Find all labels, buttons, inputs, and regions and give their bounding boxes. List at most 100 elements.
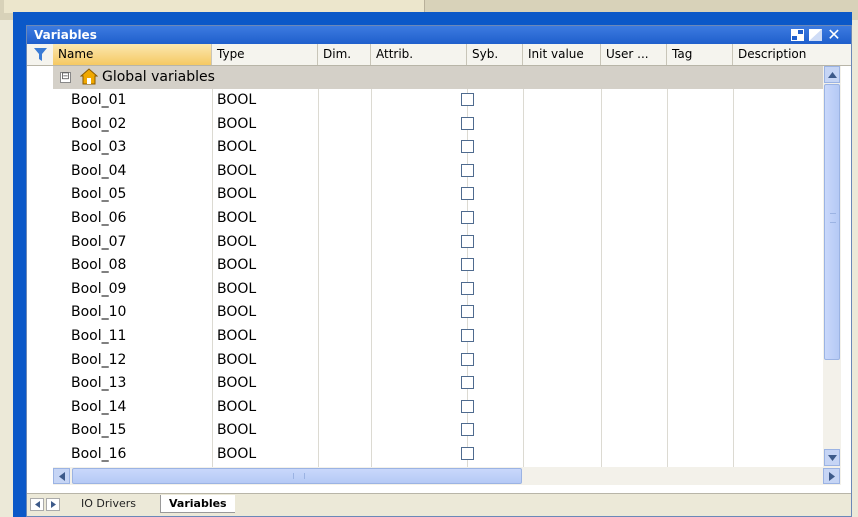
table-row[interactable]: Bool_07 BOOL [27, 231, 823, 255]
variable-type[interactable]: BOOL [217, 207, 256, 231]
panel-title-bar: Variables ✕ [27, 26, 851, 44]
column-header-type[interactable]: Type [212, 44, 318, 65]
table-row[interactable]: Bool_05 BOOL [27, 183, 823, 207]
table-row[interactable]: Bool_06 BOOL [27, 207, 823, 231]
table-row[interactable]: Bool_16 BOOL [27, 443, 823, 467]
variable-type[interactable]: BOOL [217, 301, 256, 325]
variable-type[interactable]: BOOL [217, 160, 256, 184]
panel-title: Variables [34, 28, 97, 42]
collapse-toggle[interactable]: ⊟ [60, 72, 71, 83]
table-row[interactable]: Bool_11 BOOL [27, 325, 823, 349]
column-header-user[interactable]: User ... [601, 44, 667, 65]
table-row[interactable]: Bool_12 BOOL [27, 349, 823, 373]
variable-type[interactable]: BOOL [217, 278, 256, 302]
scroll-down-icon[interactable] [824, 449, 840, 466]
dock-icon[interactable] [790, 28, 804, 42]
vertical-scroll-thumb[interactable] [824, 84, 840, 360]
horizontal-scrollbar[interactable] [53, 467, 841, 485]
table-row[interactable]: Bool_14 BOOL [27, 396, 823, 420]
column-header-init-value[interactable]: Init value [523, 44, 601, 65]
table-row[interactable]: Bool_02 BOOL [27, 113, 823, 137]
variable-type[interactable]: BOOL [217, 325, 256, 349]
syb-checkbox[interactable] [461, 210, 474, 224]
variable-type[interactable]: BOOL [217, 136, 256, 160]
variable-rows: Bool_01 BOOL Bool_02 BOOL Bool_03 BOOL Bool_04… [27, 89, 823, 467]
scroll-up-icon[interactable] [824, 66, 840, 83]
variable-name[interactable]: Bool_15 [71, 419, 126, 443]
variable-type[interactable]: BOOL [217, 89, 256, 113]
variables-grid: ⊟ Global variables Bool_01 BOOL Bool_02 BOO… [27, 66, 823, 467]
syb-checkbox[interactable] [461, 328, 474, 342]
column-header-attrib[interactable]: Attrib. [371, 44, 467, 65]
home-icon [79, 68, 99, 89]
group-row-global-variables[interactable]: ⊟ Global variables [53, 66, 823, 89]
variable-type[interactable]: BOOL [217, 183, 256, 207]
syb-checkbox[interactable] [461, 352, 474, 366]
horizontal-scroll-thumb[interactable] [72, 468, 522, 484]
syb-checkbox[interactable] [461, 163, 474, 177]
variable-type[interactable]: BOOL [217, 254, 256, 278]
variable-name[interactable]: Bool_16 [71, 443, 126, 467]
scroll-right-icon[interactable] [823, 468, 840, 484]
table-row[interactable]: Bool_04 BOOL [27, 160, 823, 184]
grip-icon [830, 213, 836, 223]
tab-variables[interactable]: Variables [160, 495, 235, 513]
variable-type[interactable]: BOOL [217, 372, 256, 396]
column-header-description[interactable]: Description [733, 44, 851, 65]
syb-checkbox[interactable] [461, 399, 474, 413]
syb-checkbox[interactable] [461, 93, 474, 106]
scroll-left-icon[interactable] [53, 468, 70, 484]
variable-name[interactable]: Bool_06 [71, 207, 126, 231]
variable-name[interactable]: Bool_05 [71, 183, 126, 207]
variable-name[interactable]: Bool_09 [71, 278, 126, 302]
table-row[interactable]: Bool_13 BOOL [27, 372, 823, 396]
table-row[interactable]: Bool_09 BOOL [27, 278, 823, 302]
variable-name[interactable]: Bool_01 [71, 89, 126, 113]
tab-next-icon[interactable] [46, 498, 60, 511]
variable-type[interactable]: BOOL [217, 113, 256, 137]
column-header-dim[interactable]: Dim. [318, 44, 371, 65]
variable-type[interactable]: BOOL [217, 443, 256, 467]
table-row[interactable]: Bool_01 BOOL [27, 89, 823, 113]
syb-checkbox[interactable] [461, 305, 474, 319]
syb-checkbox[interactable] [461, 116, 474, 130]
variable-name[interactable]: Bool_13 [71, 372, 126, 396]
variable-name[interactable]: Bool_07 [71, 231, 126, 255]
column-header-name[interactable]: Name [53, 44, 212, 65]
table-row[interactable]: Bool_08 BOOL [27, 254, 823, 278]
table-row[interactable]: Bool_10 BOOL [27, 301, 823, 325]
variable-type[interactable]: BOOL [217, 396, 256, 420]
vertical-scrollbar[interactable] [823, 66, 841, 467]
tab-prev-icon[interactable] [30, 498, 44, 511]
syb-checkbox[interactable] [461, 423, 474, 437]
bottom-tab-bar: IO Drivers Variables [27, 493, 851, 516]
variable-name[interactable]: Bool_10 [71, 301, 126, 325]
syb-checkbox[interactable] [461, 140, 474, 154]
syb-checkbox[interactable] [461, 281, 474, 295]
variable-type[interactable]: BOOL [217, 349, 256, 373]
column-header-syb[interactable]: Syb. [467, 44, 523, 65]
filter-icon[interactable] [27, 44, 54, 65]
close-icon[interactable]: ✕ [827, 26, 841, 44]
syb-checkbox[interactable] [461, 446, 474, 460]
syb-checkbox[interactable] [461, 376, 474, 390]
group-label: Global variables [102, 69, 215, 85]
syb-checkbox[interactable] [461, 234, 474, 248]
variable-name[interactable]: Bool_08 [71, 254, 126, 278]
variable-name[interactable]: Bool_02 [71, 113, 126, 137]
variable-type[interactable]: BOOL [217, 231, 256, 255]
tab-io-drivers[interactable]: IO Drivers [73, 495, 144, 513]
column-header-tag[interactable]: Tag [667, 44, 733, 65]
variable-name[interactable]: Bool_11 [71, 325, 126, 349]
variable-name[interactable]: Bool_12 [71, 349, 126, 373]
table-row[interactable]: Bool_03 BOOL [27, 136, 823, 160]
variable-name[interactable]: Bool_04 [71, 160, 126, 184]
syb-checkbox[interactable] [461, 258, 474, 272]
variable-type[interactable]: BOOL [217, 419, 256, 443]
syb-checkbox[interactable] [461, 187, 474, 201]
variable-name[interactable]: Bool_14 [71, 396, 126, 420]
variable-name[interactable]: Bool_03 [71, 136, 126, 160]
column-header-row: Name Type Dim. Attrib. Syb. Init value U… [27, 44, 851, 66]
table-row[interactable]: Bool_15 BOOL [27, 419, 823, 443]
maximize-icon[interactable] [808, 28, 822, 42]
